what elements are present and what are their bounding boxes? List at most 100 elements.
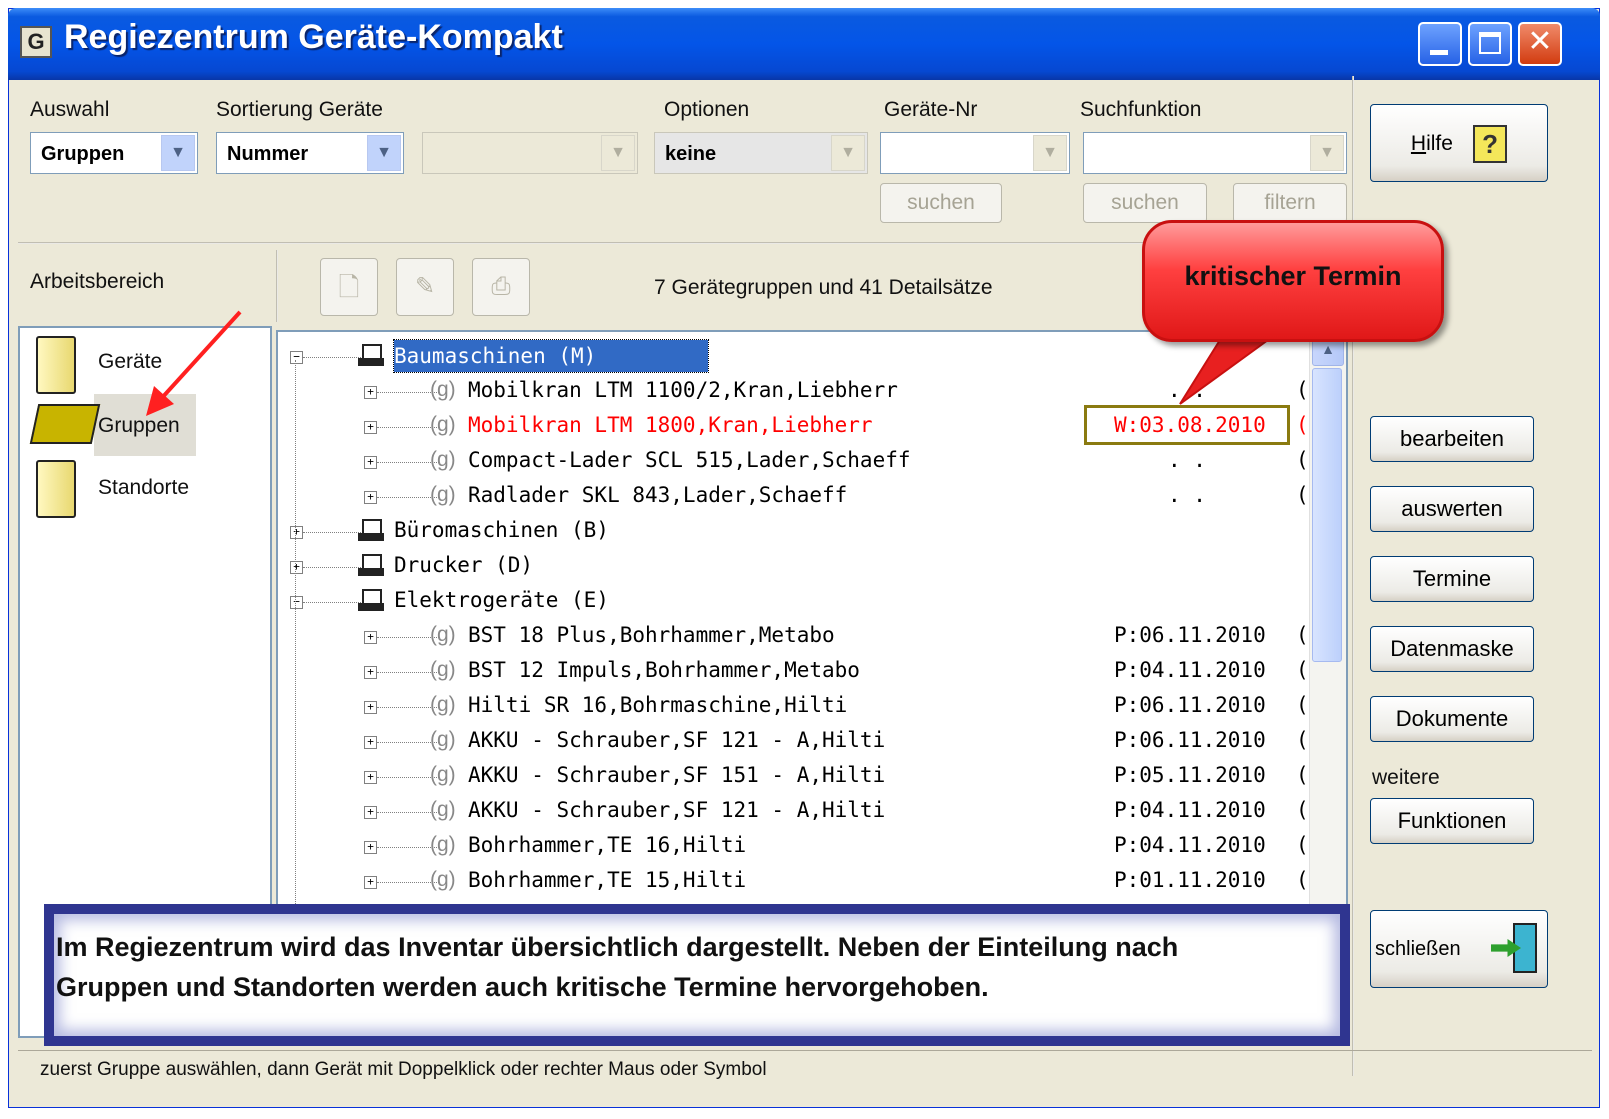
exit-door-icon [1491,923,1539,973]
tree-row-label[interactable]: Drucker (D) [394,553,533,577]
expand-icon[interactable]: + [364,736,377,749]
workspace-label: Arbeitsbereich [30,270,165,293]
tree-group-row[interactable]: + Drucker (D) [278,550,1308,584]
auswerten-button[interactable]: auswerten [1370,486,1534,532]
optionen-value: keine [665,143,717,165]
tree-row-label[interactable]: Elektrogeräte (E) [394,588,609,612]
help-button[interactable]: Hilfe ? [1370,104,1548,182]
tree-device-row[interactable]: + (g) Mobilkran LTM 1100/2,Kran,Liebherr. … [278,375,1309,409]
tree-group-row[interactable]: + Büromaschinen (B) [278,515,1308,549]
expand-icon[interactable]: + [290,526,303,539]
expand-icon[interactable]: + [364,666,377,679]
tree-row-label[interactable]: AKKU - Schrauber,SF 151 - A,Hilti [468,763,885,787]
device-date: P:04.11.2010 [1114,833,1266,857]
geraete-nr-label: Geräte-Nr [884,98,978,121]
tree-device-row[interactable]: + (g) Radlader SKL 843,Lader,Schaeff . . ( [278,480,1309,514]
collapse-icon[interactable]: − [290,596,303,609]
filtern-button[interactable]: filtern [1233,183,1347,223]
close-button[interactable]: ✕ [1518,22,1562,66]
tree-device-row[interactable]: + (g) Compact-Lader SCL 515,Lader,Schaeff.… [278,445,1309,479]
tree-row-label[interactable]: Compact-Lader SCL 515,Lader,Schaeff [468,448,911,472]
tree-device-row[interactable]: + (g) BST 18 Plus,Bohrhammer,Metabo P:06.11… [278,620,1309,654]
device-type-prefix: (g) [430,693,456,716]
tree-device-row[interactable]: + (g) Hilti SR 16,Bohrmaschine,Hilti P:06.1… [278,690,1309,724]
truncated-column: ( [1296,728,1309,752]
workspace-item-label[interactable]: Standorte [98,476,189,500]
auswahl-select[interactable]: Gruppen ▼ [30,132,198,174]
tree-device-row[interactable]: + (g) Bohrhammer,TE 15,Hilti P:01.11.2010 ( [278,865,1309,899]
device-date: . . [1168,448,1206,472]
expand-icon[interactable]: + [364,386,377,399]
minimize-icon [1430,50,1448,55]
expand-icon[interactable]: + [364,841,377,854]
tree-row-label[interactable]: Baumaschinen (M) [392,339,710,373]
sortierung-select[interactable]: Nummer ▼ [216,132,404,174]
device-type-prefix: (g) [430,728,456,751]
close-app-button[interactable]: schließen [1370,910,1548,988]
tree-row-label[interactable]: Hilti SR 16,Bohrmaschine,Hilti [468,693,847,717]
annotation-arrow [146,310,242,416]
termine-button[interactable]: Termine [1370,556,1534,602]
maximize-button[interactable] [1468,22,1512,66]
tree-group-row[interactable]: − Baumaschinen (M) [278,339,1308,374]
minimize-button[interactable] [1418,22,1462,66]
tree-device-row[interactable]: + (g) BST 12 Impuls,Bohrhammer,Metabo P:04.… [278,655,1309,689]
tree-row-label[interactable]: AKKU - Schrauber,SF 121 - A,Hilti [468,798,885,822]
tree-connector [303,602,365,603]
expand-icon[interactable]: + [364,806,377,819]
suchfunktion-input[interactable]: ▼ [1083,132,1347,174]
tree-row-label[interactable]: Mobilkran LTM 1800,Kran,Liebherr [468,413,873,437]
expand-icon[interactable]: + [290,561,303,574]
workspace-item-geraete[interactable] [36,336,76,394]
expand-icon[interactable]: + [364,701,377,714]
tree-row-label[interactable]: BST 12 Impuls,Bohrhammer,Metabo [468,658,860,682]
funktionen-button[interactable]: Funktionen [1370,798,1534,844]
vertical-scrollbar[interactable]: ▲ [1309,332,1346,908]
expand-icon[interactable]: + [364,771,377,784]
tree-row-label[interactable]: AKKU - Schrauber,SF 121 - A,Hilti [468,728,885,752]
optionen-select: keine ▼ [654,132,868,174]
tree-row-label[interactable]: Bohrhammer,TE 15,Hilti [468,868,746,892]
expand-icon[interactable]: + [364,631,377,644]
edit-document-button[interactable]: ✎ [396,258,454,316]
device-type-prefix: (g) [430,833,456,856]
suchfunktion-suchen-button[interactable]: suchen [1083,183,1207,223]
bearbeiten-button[interactable]: bearbeiten [1370,416,1534,462]
tree-row-label[interactable]: Radlader SKL 843,Lader,Schaeff [468,483,847,507]
chevron-down-icon[interactable]: ▼ [1033,135,1067,171]
scroll-thumb[interactable] [1312,368,1342,662]
tree-device-row[interactable]: + (g) Bohrhammer,TE 16,Hilti P:04.11.2010 ( [278,830,1309,864]
datenmaske-button[interactable]: Datenmaske [1370,626,1534,672]
folder-icon [36,336,76,394]
geraete-nr-input[interactable]: ▼ [880,132,1070,174]
device-date: P:06.11.2010 [1114,693,1266,717]
truncated-column: ( [1296,658,1309,682]
expand-icon[interactable]: + [364,421,377,434]
new-document-icon: 🗋 [338,272,360,302]
chevron-down-icon[interactable]: ▼ [161,135,195,171]
tree-row-label[interactable]: Bohrhammer,TE 16,Hilti [468,833,746,857]
chevron-down-icon[interactable]: ▼ [1310,135,1344,171]
open-folder-icon [29,404,101,444]
tree-device-row[interactable]: + (g) AKKU - Schrauber,SF 151 - A,Hilti P:0… [278,760,1309,794]
dokumente-button[interactable]: Dokumente [1370,696,1534,742]
collapse-icon[interactable]: − [290,351,303,364]
expand-icon[interactable]: + [364,456,377,469]
tree-device-row[interactable]: + (g) AKKU - Schrauber,SF 121 - A,Hilti P:0… [278,795,1309,829]
print-button[interactable]: ⎙ [472,258,530,316]
expand-icon[interactable]: + [364,876,377,889]
device-type-prefix: (g) [430,868,456,891]
machine-group-icon [358,554,386,578]
geraete-suchen-button[interactable]: suchen [880,183,1002,223]
device-date: P:06.11.2010 [1114,728,1266,752]
chevron-down-icon[interactable]: ▼ [367,135,401,171]
tree-device-row[interactable]: + (g) AKKU - Schrauber,SF 121 - A,Hilti P:0… [278,725,1309,759]
expand-icon[interactable]: + [364,491,377,504]
workspace-item-standorte[interactable] [36,460,76,518]
tree-row-label[interactable]: Büromaschinen (B) [394,518,609,542]
tree-row-label[interactable]: BST 18 Plus,Bohrhammer,Metabo [468,623,835,647]
tree-group-row[interactable]: − Elektrogeräte (E) [278,585,1308,619]
workspace-item-gruppen[interactable] [29,404,101,444]
tree-row-label[interactable]: Mobilkran LTM 1100/2,Kran,Liebherr [468,378,898,402]
new-document-button[interactable]: 🗋 [320,258,378,316]
